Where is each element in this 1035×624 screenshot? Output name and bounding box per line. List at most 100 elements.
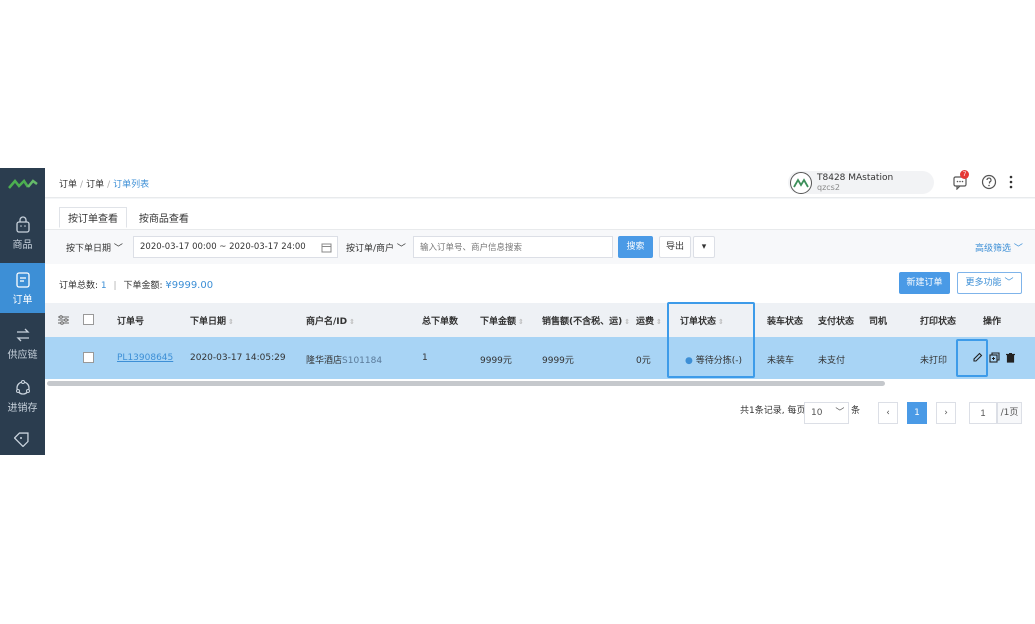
order-icon — [15, 271, 30, 288]
col-merchant[interactable]: 商户名/ID ⇕ — [306, 314, 355, 327]
chevron-left-icon: ‹ — [886, 408, 890, 418]
brand-icon — [793, 178, 809, 188]
col-pay-status: 支付状态 — [818, 317, 855, 327]
user-menu[interactable]: T8428 MAstation qzcs2 — [788, 171, 934, 194]
top-bar: 订单 / 订单 / 订单列表 T8428 MAstation qzcs2 7 — [45, 168, 1035, 198]
order-no-link[interactable]: PL13908645 — [117, 353, 173, 363]
exchange-icon — [15, 328, 30, 341]
sort-icon: ⇕ — [656, 318, 662, 326]
sidebar-item-tags[interactable] — [0, 423, 45, 455]
col-total-count: 总下单数 — [422, 317, 459, 327]
col-load-status: 装车状态 — [767, 317, 804, 327]
next-page-button[interactable]: › — [936, 402, 956, 424]
col-amount-label: 下单金额 — [480, 317, 517, 327]
amount-label: 下单金额: — [123, 281, 163, 291]
more-functions-button[interactable]: 更多功能 ﹀ — [957, 272, 1022, 294]
chevron-down-icon: ﹀ — [113, 244, 123, 254]
table-header: 订单号 下单日期 ⇕ 商户名/ID ⇕ 总下单数 下单金额 ⇕ 销售额(不含税、运) ⇕… — [45, 303, 1035, 337]
order-amount: 9999元 — [480, 356, 512, 366]
sidebar-item-label: 商品 — [12, 239, 33, 251]
freight-amount: 0元 — [636, 356, 651, 366]
breadcrumb-item[interactable]: 订单 — [86, 180, 104, 190]
total-pages: /1页 — [997, 402, 1022, 424]
export-dropdown-button[interactable]: ▾ — [693, 236, 715, 258]
chevron-down-icon: ﹀ — [1013, 244, 1023, 254]
pagination-info: 共1条记录, 每页 — [740, 406, 806, 416]
row-checkbox[interactable] — [83, 352, 94, 363]
date-range-value: 2020-03-17 00:00 ~ 2020-03-17 24:00 — [140, 242, 306, 252]
pay-status: 未支付 — [818, 356, 846, 366]
col-freight[interactable]: 运费 ⇕ — [636, 314, 662, 327]
tab-by-goods[interactable]: 按商品查看 — [130, 207, 198, 228]
search-input[interactable] — [413, 236, 613, 258]
advanced-filter-link[interactable]: 高级筛选 ﹀ — [975, 241, 1023, 254]
horizontal-scrollbar[interactable] — [47, 381, 885, 386]
more-vertical-icon[interactable] — [1003, 174, 1019, 190]
select-all-checkbox[interactable] — [83, 314, 94, 325]
prev-page-button[interactable]: ‹ — [878, 402, 898, 424]
sort-icon: ⇕ — [518, 318, 524, 326]
advanced-filter-label: 高级筛选 — [975, 244, 1012, 254]
breadcrumb: 订单 / 订单 / 订单列表 — [59, 180, 150, 190]
table-row[interactable]: PL13908645 2020-03-17 14:05:29 隆华酒店S1011… — [45, 337, 1035, 379]
sidebar-item-goods[interactable]: 商品 — [0, 208, 45, 258]
search-type-label: 按订单/商户 — [346, 244, 395, 254]
col-merchant-label: 商户名/ID — [306, 317, 348, 327]
more-functions-label: 更多功能 — [965, 278, 1002, 288]
app-logo[interactable] — [0, 168, 45, 200]
total-label: 订单总数: — [59, 281, 99, 291]
col-order-date-label: 下单日期 — [190, 317, 227, 327]
amount-value: ¥9999.00 — [165, 280, 214, 291]
col-actions: 操作 — [983, 317, 1002, 327]
bag-icon — [15, 215, 30, 233]
page-jump-input[interactable] — [969, 402, 997, 424]
delete-icon[interactable] — [1005, 352, 1016, 363]
merchant-id: S101184 — [342, 356, 383, 366]
sidebar-item-label: 订单 — [12, 294, 33, 306]
col-sales-label: 销售额(不含税、运) — [542, 317, 623, 327]
print-status: 未打印 — [920, 356, 948, 366]
user-avatar — [790, 172, 812, 194]
col-print-status: 打印状态 — [920, 317, 957, 327]
sales-amount: 9999元 — [542, 356, 574, 366]
stock-icon — [15, 379, 30, 395]
notification-badge: 7 — [960, 170, 969, 179]
column-settings-icon[interactable] — [58, 315, 69, 325]
page-size-select[interactable]: 10 ﹀ — [804, 402, 849, 424]
search-type-select[interactable]: 按订单/商户 ﹀ — [346, 241, 406, 254]
export-button[interactable]: 导出 — [659, 236, 691, 258]
calendar-icon — [321, 243, 332, 253]
help-icon[interactable] — [981, 174, 997, 190]
user-subtitle: qzcs2 — [817, 183, 840, 192]
sidebar-item-orders[interactable]: 订单 — [0, 263, 50, 313]
col-amount[interactable]: 下单金额 ⇕ — [480, 314, 524, 327]
sidebar-item-inventory[interactable]: 进销存 — [0, 371, 45, 421]
copy-icon[interactable] — [989, 352, 1000, 363]
chevron-right-icon: › — [944, 408, 948, 418]
sort-icon: ⇕ — [624, 318, 631, 326]
new-order-button[interactable]: 新建订单 — [899, 272, 950, 294]
page-button[interactable]: 1 — [907, 402, 927, 424]
breadcrumb-item[interactable]: 订单 — [59, 180, 77, 190]
page-size-unit: 条 — [851, 406, 861, 416]
breadcrumb-current: 订单列表 — [113, 180, 150, 190]
status-column-highlight — [667, 302, 755, 378]
col-sales[interactable]: 销售额(不含税、运) ⇕ — [542, 314, 630, 327]
edit-action-highlight — [956, 339, 988, 377]
page-size-value: 10 — [811, 408, 823, 418]
order-summary: 订单总数: 1 | 下单金额: ¥9999.00 — [59, 280, 214, 291]
date-type-select[interactable]: 按下单日期 ﹀ — [66, 241, 123, 254]
sidebar-item-label: 进销存 — [7, 402, 38, 414]
col-order-date[interactable]: 下单日期 ⇕ — [190, 314, 234, 327]
summary-bar: 订单总数: 1 | 下单金额: ¥9999.00 新建订单 更多功能 ﹀ — [45, 265, 1035, 301]
col-freight-label: 运费 — [636, 317, 655, 327]
search-button[interactable]: 搜索 — [618, 236, 653, 258]
caret-down-icon: ▾ — [701, 242, 707, 252]
col-order-no: 订单号 — [117, 317, 145, 327]
date-range-picker[interactable]: 2020-03-17 00:00 ~ 2020-03-17 24:00 — [133, 236, 338, 258]
sidebar-item-supply-chain[interactable]: 供应链 — [0, 318, 45, 368]
tab-by-order[interactable]: 按订单查看 — [59, 207, 127, 228]
logo-icon — [7, 179, 38, 189]
sort-icon: ⇕ — [349, 318, 355, 326]
view-tabs: 按订单查看 按商品查看 — [59, 207, 198, 228]
